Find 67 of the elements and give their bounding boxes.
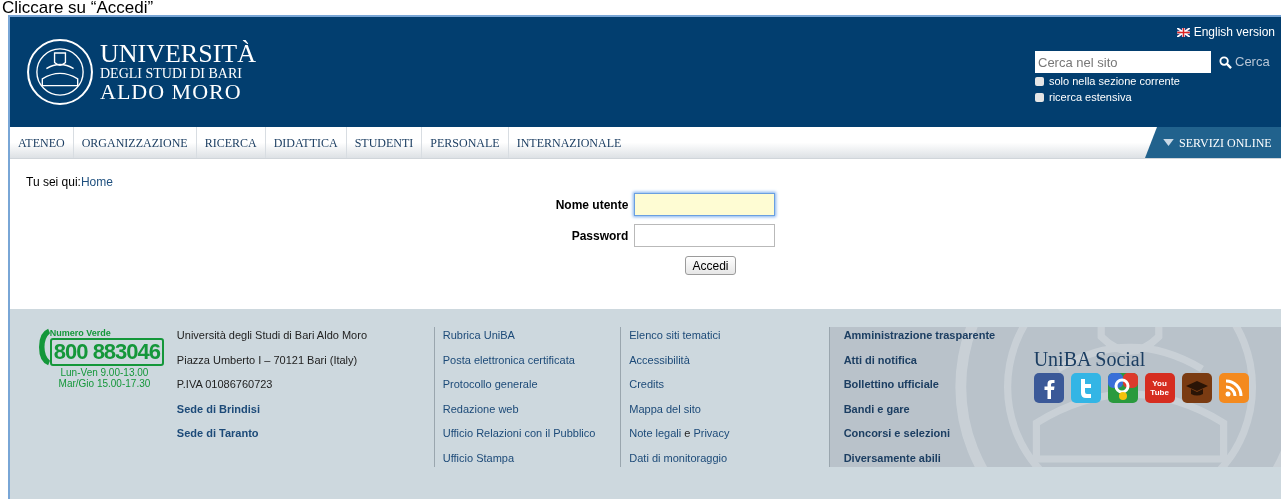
footer-link[interactable]: Note legali — [629, 425, 682, 442]
footer-link[interactable]: Concorsi e selezioni — [843, 425, 1034, 442]
footer-link[interactable]: Rubrica UniBA — [442, 327, 621, 344]
address-text: Università degli Studi di Bari Aldo Moro — [176, 328, 368, 343]
login-button[interactable]: Accedi — [685, 256, 736, 275]
nav-item[interactable]: ORGANIZZAZIONE — [73, 127, 197, 158]
breadcrumb-label: Tu sei qui: — [26, 174, 81, 191]
nav-item[interactable]: INTERNAZIONALE — [508, 127, 630, 158]
nav-item[interactable]: PERSONALE — [422, 127, 509, 158]
search-button[interactable]: Cerca — [1219, 52, 1270, 72]
seal-icon — [26, 38, 94, 106]
footer-link[interactable]: Posta elettronica certificata — [442, 351, 621, 368]
nav-item[interactable]: DIDATTICA — [265, 127, 347, 158]
nav-item[interactable]: RICERCA — [196, 127, 266, 158]
youtube-icon[interactable]: You Tube — [1144, 373, 1175, 403]
footer-link[interactable]: Elenco siti tematici — [629, 327, 721, 344]
graduation-cap-icon[interactable] — [1181, 373, 1212, 403]
field-label: Nome utente — [555, 196, 629, 214]
facebook-icon[interactable] — [1033, 373, 1064, 403]
footer-link[interactable]: Redazione web — [442, 400, 621, 417]
checkbox-label: solo nella sezione corrente — [1049, 74, 1180, 89]
search-field[interactable]: Cerca nel sito — [1035, 51, 1211, 73]
footer-link[interactable]: Credits — [629, 376, 665, 393]
footer-link[interactable]: Bandi e gare — [843, 400, 1034, 417]
services-tab[interactable]: SERVIZI ONLINE — [1145, 127, 1281, 158]
input-field[interactable] — [634, 193, 776, 216]
footer-link[interactable]: Sede di Brindisi — [176, 400, 434, 417]
footer-link[interactable]: Diversamente abili — [843, 449, 1034, 466]
phone-hours: Lun-Ven 9.00-13.00 — [60, 367, 149, 378]
footer-link[interactable]: Ufficio Stampa — [442, 449, 621, 466]
nav-item[interactable]: ATENEO — [10, 127, 74, 158]
connector-text: e — [684, 426, 691, 441]
search-icon — [1219, 55, 1232, 69]
logo-subtitle: DEGLI STUDI DI BARI — [100, 67, 243, 81]
phone-caption: Numero Verde — [49, 328, 112, 338]
phone-icon — [38, 327, 50, 367]
caret-icon — [1163, 139, 1174, 146]
logo-name: ALDO MORO — [100, 81, 243, 103]
address-text: P.IVA 01086760723 — [176, 377, 274, 392]
phone-hours: Mar/Gio 15.00-17.30 — [58, 378, 151, 389]
input-field[interactable] — [634, 224, 776, 247]
rss-icon[interactable] — [1218, 373, 1249, 403]
footer-link[interactable]: Privacy — [693, 425, 730, 442]
footer-link[interactable]: Atti di notifica — [843, 351, 1034, 368]
checkbox-label: ricerca estensiva — [1049, 90, 1132, 105]
flag-icon — [1176, 27, 1190, 37]
page-heading: Cliccare su “Accedi” — [1, 0, 155, 15]
checkbox[interactable] — [1035, 93, 1044, 102]
footer-link[interactable]: Sede di Taranto — [176, 425, 434, 442]
phone-number: 800 883046 — [49, 338, 165, 366]
field-label: Password — [570, 227, 629, 245]
footer-link[interactable]: Bollettino ufficiale — [843, 376, 1034, 393]
social-title: UniBA Social — [1033, 347, 1147, 371]
google-icon[interactable] — [1107, 373, 1138, 403]
footer-link[interactable]: Protocollo generale — [442, 376, 621, 393]
footer-link[interactable]: Accessibilità — [629, 351, 690, 368]
nav-item[interactable]: STUDENTI — [346, 127, 423, 158]
footer-link[interactable]: Ufficio Relazioni con il Pubblico — [442, 425, 621, 442]
footer-link[interactable]: Mappa del sito — [629, 400, 701, 417]
footer-link[interactable]: Dati di monitoraggio — [629, 449, 728, 466]
language-link[interactable]: English version — [1193, 23, 1275, 41]
logo-title: UNIVERSITÀ — [100, 41, 256, 67]
footer-link[interactable]: Amministrazione trasparente — [843, 327, 1034, 344]
checkbox[interactable] — [1035, 77, 1044, 86]
twitter-icon[interactable] — [1070, 373, 1101, 403]
breadcrumb-link[interactable]: Home — [80, 173, 113, 191]
address-text: Piazza Umberto I – 70121 Bari (Italy) — [176, 352, 359, 368]
